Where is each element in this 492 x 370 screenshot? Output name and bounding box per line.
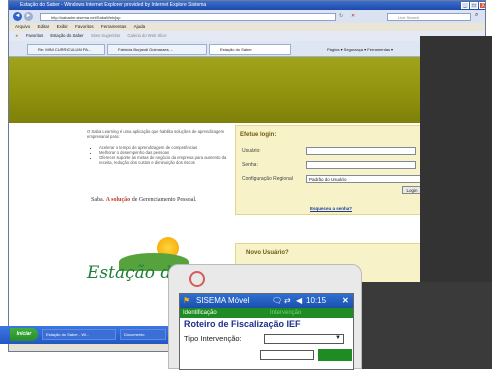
menu-arquivo[interactable]: Arquivo	[15, 24, 30, 29]
pda-power-icon	[189, 271, 205, 287]
search-input[interactable]: Live Search	[387, 13, 471, 21]
list-item: Oferecer suporte às metas de negócio da …	[99, 155, 231, 165]
windows-flag-icon[interactable]: ⚑	[183, 294, 190, 308]
pda-input-field[interactable]	[260, 350, 314, 360]
tagline-rest: de Gerenciamento Pessoal.	[131, 197, 197, 203]
pda-device: ⚑ SISEMA Móvel 🗨 ⇄ ◀ 10:15 ✕ Identificaç…	[168, 264, 362, 370]
pda-clock: 10:15	[306, 296, 327, 305]
pda-title-bar: ⚑ SISEMA Móvel 🗨 ⇄ ◀ 10:15 ✕	[180, 294, 353, 308]
user-input[interactable]	[306, 147, 416, 155]
password-label: Senha:	[242, 162, 258, 168]
user-label: Usuário:	[242, 148, 261, 154]
intro-text: O Saba Learning é uma aplicação que habi…	[87, 129, 225, 139]
back-icon[interactable]: ◄	[13, 12, 22, 21]
pda-close-icon[interactable]: ✕	[342, 294, 349, 308]
start-button[interactable]: Iniciar	[10, 328, 38, 341]
maximize-button[interactable]: □	[470, 2, 478, 9]
window-title: Estação do Saber - Windows Internet Expl…	[20, 2, 207, 8]
pda-chat-icon: 🗨	[272, 296, 283, 305]
title-bar: Estação do Saber - Windows Internet Expl…	[9, 1, 485, 10]
stop-icon[interactable]: ✕	[351, 13, 355, 19]
favorite-galeria[interactable]: Galeria do Web Slice	[127, 33, 166, 38]
minimize-button[interactable]: _	[461, 2, 469, 9]
favorite-estacao[interactable]: Estação do Saber	[50, 33, 83, 38]
task-estacao[interactable]: Estação do Saber - Wi...	[42, 329, 116, 340]
password-input[interactable]	[306, 161, 416, 169]
pda-heading: Roteiro de Fiscalização IEF	[184, 319, 301, 329]
star-icon[interactable]: ★	[15, 33, 19, 38]
tab-bar: Re: MINI CURRICULUM PA... Fabricia Burja…	[9, 41, 485, 57]
regional-label: Configuração Regional	[242, 176, 293, 182]
forward-icon[interactable]: ►	[24, 12, 33, 21]
tagline-brand: Saba.	[91, 197, 105, 203]
pda-tabs: Identificação Intervenção	[180, 308, 353, 318]
pda-signal-icon: ⇄	[284, 296, 291, 305]
address-bar[interactable]: http://sabadm.sisema.net/SabaWeb/jsp	[40, 13, 336, 21]
menu-bar: Arquivo Editar Exibir Favoritos Ferramen…	[9, 23, 485, 31]
menu-ajuda[interactable]: Ajuda	[134, 24, 146, 29]
close-button[interactable]: X	[479, 2, 485, 9]
login-button[interactable]: Login	[402, 186, 422, 194]
tipo-intervencao-label: Tipo Intervenção:	[184, 334, 242, 343]
pda-action-button[interactable]	[318, 349, 352, 361]
chevron-down-icon: ▼	[335, 335, 341, 341]
pda-app-title: SISEMA Móvel	[196, 296, 250, 305]
tab-intervencao[interactable]: Intervenção	[270, 308, 301, 318]
menu-editar[interactable]: Editar	[38, 24, 50, 29]
search-icon[interactable]: ⌕	[475, 12, 478, 19]
new-user-title: Novo Usuário?	[246, 250, 289, 256]
tab-fabricia[interactable]: Fabricia Burjandi Guimaraes ...	[107, 44, 207, 55]
login-panel: Efetue login: Usuário: Senha: Configuraç…	[235, 125, 425, 215]
tab-mini-curriculum[interactable]: Re: MINI CURRICULUM PA...	[27, 44, 105, 55]
favorites-label[interactable]: Favoritos	[26, 33, 43, 38]
tab-estacao-do-saber[interactable]: Estação do Saber	[209, 44, 291, 55]
favorites-bar: ★ Favoritos Estação do Saber Sites Suger…	[9, 31, 485, 41]
tab-identificacao[interactable]: Identificação	[183, 308, 217, 318]
pda-volume-icon: ◀	[296, 296, 303, 305]
regional-select[interactable]: Padrão do Usuário	[306, 175, 422, 183]
menu-favoritos[interactable]: Favoritos	[75, 24, 94, 29]
menu-ferramentas[interactable]: Ferramentas	[101, 24, 127, 29]
tipo-intervencao-select[interactable]: ▼	[264, 334, 344, 344]
favorite-sites[interactable]: Sites Sugeridos	[91, 33, 120, 38]
benefit-list: Acelerar o tempo de aprendizagem de comp…	[91, 145, 231, 165]
forgot-password-link[interactable]: Esqueceu a senha?	[310, 206, 352, 211]
pda-screen: ⚑ SISEMA Móvel 🗨 ⇄ ◀ 10:15 ✕ Identificaç…	[179, 293, 354, 370]
refresh-icon[interactable]: ↻	[339, 13, 343, 19]
address-row: ◄ ► http://sabadm.sisema.net/SabaWeb/jsp…	[9, 10, 485, 23]
tagline: Saba. A solução de Gerenciamento Pessoal…	[91, 197, 197, 203]
tagline-highlight: A solução	[105, 197, 131, 203]
header-banner	[9, 57, 485, 123]
menu-exibir[interactable]: Exibir	[57, 24, 68, 29]
task-documento[interactable]: Documento	[120, 329, 166, 340]
login-title: Efetue login:	[240, 132, 277, 138]
